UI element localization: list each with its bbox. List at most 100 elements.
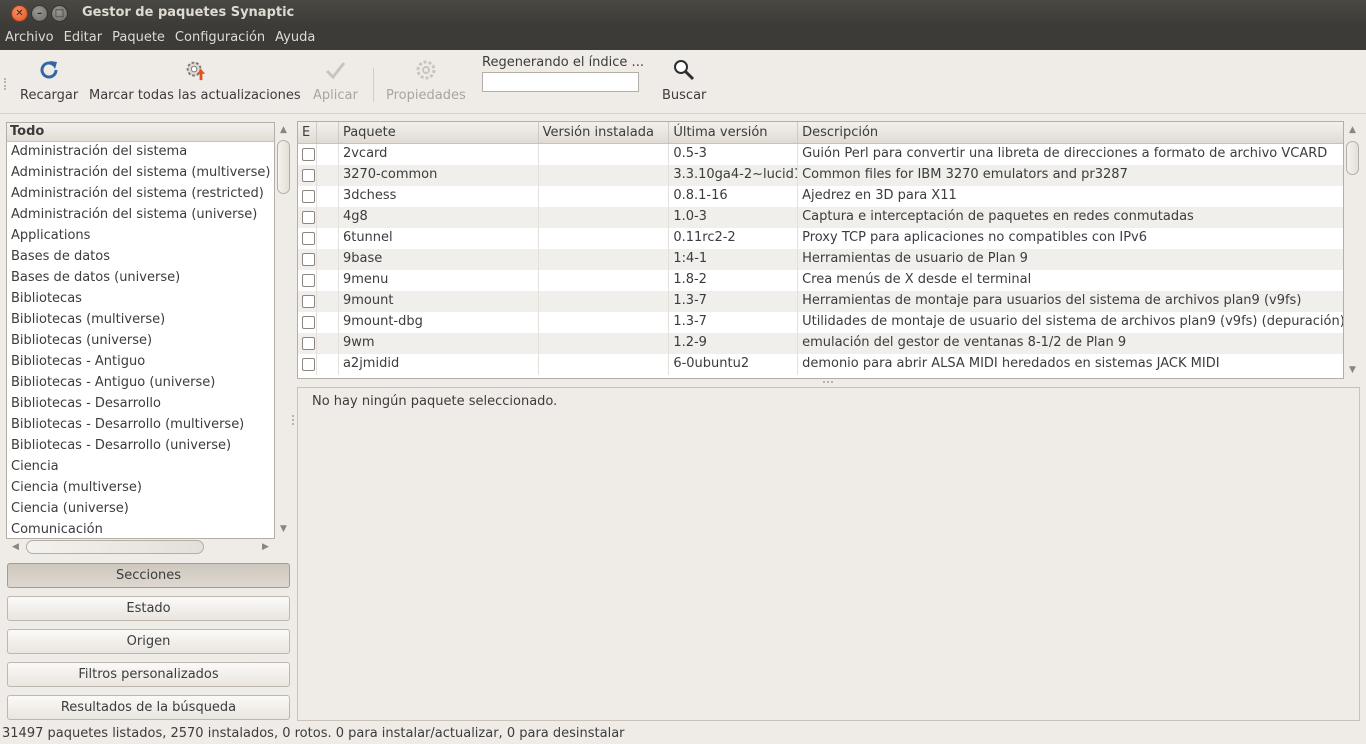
table-row[interactable]: 6tunnel 0.11rc2-2 Proxy TCP para aplicacio… (298, 228, 1343, 249)
search-results-button[interactable]: Resultados de la búsqueda (7, 695, 290, 720)
quick-search: Regenerando el índice ... (482, 55, 644, 92)
column-description[interactable]: Descripción (798, 122, 1343, 143)
menu-editar[interactable]: Editar (59, 27, 108, 50)
section-item[interactable]: Ciencia (universe) (7, 499, 274, 520)
section-item[interactable]: Ciencia (7, 457, 274, 478)
section-item[interactable]: Bibliotecas (multiverse) (7, 310, 274, 331)
title-bar: ✕ – □ Gestor de paquetes Synaptic (0, 0, 1366, 27)
latest-version-cell: 1.3-7 (669, 291, 799, 312)
status-filter-button[interactable]: Estado (7, 596, 290, 621)
properties-button[interactable]: Propiedades (386, 58, 466, 103)
table-row[interactable]: 2vcard 0.5-3 Guión Perl para convertir una… (298, 144, 1343, 165)
status-cell (298, 291, 317, 312)
origin-filter-button[interactable]: Origen (7, 629, 290, 654)
scroll-thumb[interactable] (277, 140, 290, 194)
scroll-up-icon[interactable]: ▲ (1349, 125, 1356, 135)
section-item[interactable]: Administración del sistema (multiverse) (7, 163, 274, 184)
table-row[interactable]: 3dchess 0.8.1-16 Ajedrez en 3D para X11 (298, 186, 1343, 207)
section-item[interactable]: Bibliotecas - Antiguo (7, 352, 274, 373)
sections-header[interactable]: Todo (7, 123, 274, 142)
sections-filter-button[interactable]: Secciones (7, 563, 290, 588)
scroll-left-icon[interactable]: ◀ (12, 542, 19, 552)
section-item[interactable]: Administración del sistema (7, 142, 274, 163)
section-item[interactable]: Comunicación (7, 520, 274, 538)
column-status[interactable]: E (298, 122, 317, 143)
section-item[interactable]: Applications (7, 226, 274, 247)
section-item[interactable]: Bases de datos (universe) (7, 268, 274, 289)
column-package[interactable]: Paquete (339, 122, 539, 143)
search-button[interactable]: Buscar (662, 58, 706, 103)
status-bar: 31497 paquetes listados, 2570 instalados… (2, 726, 625, 741)
status-cell (298, 186, 317, 207)
mark-checkbox[interactable] (302, 274, 315, 287)
menu-archivo[interactable]: Archivo (0, 27, 59, 50)
mark-all-upgrades-button[interactable]: Marcar todas las actualizaciones (89, 58, 301, 103)
search-input[interactable] (482, 72, 639, 92)
mark-checkbox[interactable] (302, 232, 315, 245)
section-item[interactable]: Bibliotecas - Antiguo (universe) (7, 373, 274, 394)
description-cell: Proxy TCP para aplicaciones no compatibl… (802, 230, 1148, 245)
scroll-up-icon[interactable]: ▲ (280, 125, 287, 135)
menu-ayuda[interactable]: Ayuda (270, 27, 320, 50)
status-cell (298, 228, 317, 249)
mark-checkbox[interactable] (302, 211, 315, 224)
section-item[interactable]: Bibliotecas (7, 289, 274, 310)
gear-upgrade-icon (183, 58, 207, 82)
toolbar: Recargar Marcar todas las actualizacione… (0, 50, 1366, 114)
mark-checkbox[interactable] (302, 295, 315, 308)
section-item[interactable]: Ciencia (multiverse) (7, 478, 274, 499)
reload-button[interactable]: Recargar (20, 58, 78, 103)
maximize-icon[interactable]: □ (51, 5, 68, 22)
packages-vertical-scrollbar[interactable]: ▲ ▼ (1345, 121, 1360, 379)
menu-configuracion[interactable]: Configuración (170, 27, 270, 50)
mark-checkbox[interactable] (302, 358, 315, 371)
column-latest-version[interactable]: Última versión (669, 122, 799, 143)
mark-checkbox[interactable] (302, 253, 315, 266)
toolbar-grip[interactable] (4, 78, 7, 90)
hscroll-thumb[interactable] (26, 540, 204, 554)
mark-checkbox[interactable] (302, 190, 315, 203)
scroll-down-icon[interactable]: ▼ (280, 524, 287, 534)
section-item[interactable]: Bibliotecas - Desarrollo (multiverse) (7, 415, 274, 436)
section-item[interactable]: Administración del sistema (restricted) (7, 184, 274, 205)
mark-checkbox[interactable] (302, 169, 315, 182)
table-row[interactable]: 3270-common 3.3.10ga4-2~lucid1 Common file… (298, 165, 1343, 186)
section-item[interactable]: Bases de datos (7, 247, 274, 268)
mark-checkbox[interactable] (302, 316, 315, 329)
latest-version-cell: 0.11rc2-2 (669, 228, 799, 249)
custom-filters-button[interactable]: Filtros personalizados (7, 662, 290, 687)
description-cell: Ajedrez en 3D para X11 (802, 188, 957, 203)
table-row[interactable]: 9mount 1.3-7 Herramientas de montaje para … (298, 291, 1343, 312)
table-header: E Paquete Versión instalada Última versi… (298, 122, 1343, 144)
column-installed-version[interactable]: Versión instalada (539, 122, 670, 143)
scroll-right-icon[interactable]: ▶ (262, 542, 269, 552)
scroll-down-icon[interactable]: ▼ (1349, 365, 1356, 375)
mark-checkbox[interactable] (302, 337, 315, 350)
scroll-thumb[interactable] (1346, 141, 1359, 175)
table-row[interactable]: 9menu 1.8-2 Crea menús de X desde el termi… (298, 270, 1343, 291)
mark-checkbox[interactable] (302, 148, 315, 161)
package-table: E Paquete Versión instalada Última versi… (297, 121, 1344, 379)
support-cell (317, 249, 339, 270)
pane-divider-horizontal[interactable] (823, 381, 833, 384)
apply-button[interactable]: Aplicar (313, 58, 358, 103)
sections-vertical-scrollbar[interactable]: ▲ ▼ (276, 122, 291, 539)
section-item[interactable]: Administración del sistema (universe) (7, 205, 274, 226)
table-row[interactable]: 4g8 1.0-3 Captura e interceptación de paqu… (298, 207, 1343, 228)
support-cell (317, 291, 339, 312)
table-row[interactable]: 9wm 1.2-9 emulación del gestor de ventanas… (298, 333, 1343, 354)
table-row[interactable]: 9base 1:4-1 Herramientas de usuario de Pla… (298, 249, 1343, 270)
menu-paquete[interactable]: Paquete (107, 27, 170, 50)
table-row[interactable]: a2jmidid 6-0ubuntu2 demonio para abrir ALS… (298, 354, 1343, 375)
table-row[interactable]: 9mount-dbg 1.3-7 Utilidades de montaje de … (298, 312, 1343, 333)
sections-horizontal-scrollbar[interactable]: ◀ ▶ (6, 539, 291, 555)
section-item[interactable]: Bibliotecas - Desarrollo (7, 394, 274, 415)
minimize-icon[interactable]: – (31, 5, 48, 22)
package-name-cell: 9base (339, 249, 539, 270)
column-support[interactable] (317, 122, 339, 143)
pane-divider-vertical[interactable] (292, 415, 296, 425)
installed-version-cell (539, 312, 670, 333)
section-item[interactable]: Bibliotecas - Desarrollo (universe) (7, 436, 274, 457)
close-icon[interactable]: ✕ (11, 5, 28, 22)
section-item[interactable]: Bibliotecas (universe) (7, 331, 274, 352)
